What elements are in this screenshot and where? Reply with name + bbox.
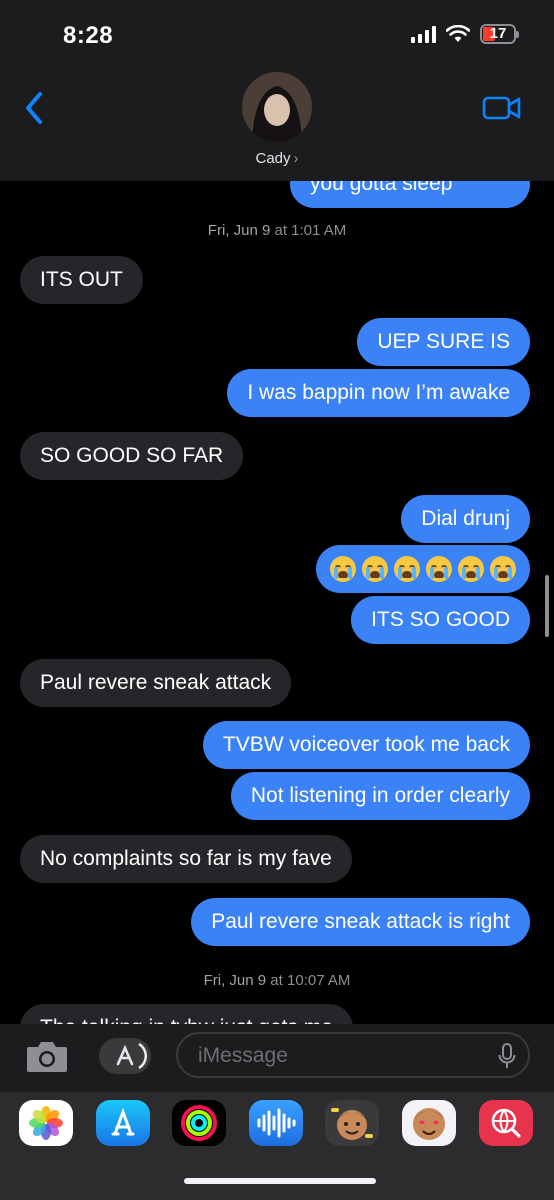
photos-flower-icon (29, 1106, 63, 1140)
timestamp-day: Fri, Jun 9 (207, 222, 271, 239)
activity-rings-icon (181, 1105, 217, 1141)
chevron-right-icon: › (293, 150, 299, 167)
timestamp: Fri, Jun 9 at 1:01 AM (0, 222, 554, 239)
message-bubble-received[interactable]: SO GOOD SO FAR (20, 432, 244, 480)
message-text: ITS OUT (40, 268, 123, 291)
avatar-photo-icon (242, 72, 312, 142)
message-bubble-emoji[interactable]: 😭😭😭😭😭😭 (316, 545, 530, 593)
conversation-header: 8:28 17 Cady › (0, 0, 554, 181)
message-text: Not listening in order clearly (250, 784, 510, 807)
contact-avatar[interactable] (242, 72, 312, 142)
timestamp-day: Fri, Jun 9 (203, 972, 267, 989)
timestamp-sep: at (270, 222, 292, 239)
app-store-logo-icon (111, 1107, 135, 1136)
home-indicator[interactable] (184, 1178, 376, 1184)
waveform-icon (257, 1108, 296, 1138)
message-bubble-received[interactable]: Paul revere sneak attack (20, 659, 292, 707)
timestamp-sep: at (266, 972, 287, 989)
message-text: Paul revere sneak attack (40, 671, 272, 694)
contact-name: Cady (255, 150, 291, 167)
memoji-app-icon[interactable] (325, 1100, 379, 1146)
message-bubble-received[interactable]: No complaints so far is my fave (20, 835, 352, 883)
camera-icon[interactable] (25, 1038, 69, 1074)
message-bubble-sent[interactable]: UEP SURE IS (357, 318, 530, 366)
loudly-crying-emoji-icon (394, 556, 420, 582)
message-input[interactable] (196, 1040, 480, 1072)
loudly-crying-emoji-icon (426, 556, 452, 582)
app-store-a-icon (116, 1042, 148, 1070)
message-bubble-received[interactable]: The talking in tvbw just gets me (20, 1004, 353, 1024)
message-bubble-sent[interactable]: Not listening in order clearly (230, 772, 530, 820)
facetime-video-icon[interactable] (482, 94, 522, 122)
status-time: 8:28 (63, 22, 114, 49)
message-bubble-sent[interactable]: ITS SO GOOD (351, 596, 530, 644)
activity-app-icon[interactable] (172, 1100, 226, 1146)
memoji-face-icon (331, 1108, 373, 1140)
back-chevron-icon[interactable] (20, 90, 50, 126)
loudly-crying-emoji-icon (458, 556, 484, 582)
message-text: The talking in tvbw just gets me (40, 1016, 333, 1024)
message-text: SO GOOD SO FAR (40, 444, 224, 467)
memoji-sticker-icon (413, 1108, 445, 1140)
battery-icon: 17 (480, 24, 519, 44)
message-text: Dial drunj (421, 507, 510, 530)
message-text: ITS SO GOOD (371, 608, 510, 631)
loudly-crying-emoji-icon (330, 556, 356, 582)
message-text: UEP SURE IS (377, 330, 510, 353)
message-bubble-received[interactable]: ITS OUT (20, 256, 143, 304)
loudly-crying-emoji-icon (490, 556, 516, 582)
audio-message-app-icon[interactable] (249, 1100, 303, 1146)
loudly-crying-emoji-icon (362, 556, 388, 582)
timestamp: Fri, Jun 9 at 10:07 AM (0, 972, 554, 989)
message-text: Paul revere sneak attack is right (211, 910, 510, 933)
cellular-signal-icon (411, 25, 436, 43)
contact-name-button[interactable]: Cady › (0, 150, 554, 167)
emoji-row (330, 545, 516, 593)
scroll-indicator[interactable] (545, 575, 549, 637)
status-icons: 17 (411, 24, 519, 44)
image-search-app-icon[interactable] (479, 1100, 533, 1146)
message-bubble-sent[interactable]: Dial drunj (401, 495, 530, 543)
timestamp-time: 1:01 AM (291, 222, 347, 239)
microphone-icon[interactable] (498, 1043, 516, 1069)
message-bubble-sent[interactable]: I was bappin now I’m awake (227, 369, 530, 417)
message-bubble-sent[interactable]: TVBW voiceover took me back (202, 721, 530, 769)
message-text: TVBW voiceover took me back (222, 733, 510, 756)
globe-search-icon (491, 1108, 521, 1138)
memoji-stickers-app-icon[interactable] (402, 1100, 456, 1146)
app-store-drawer-button[interactable] (99, 1038, 151, 1074)
message-text: No complaints so far is my fave (40, 847, 332, 870)
wifi-icon (446, 25, 470, 42)
photos-app-icon[interactable] (19, 1100, 73, 1146)
message-text: I was bappin now I’m awake (247, 381, 510, 404)
compose-bar (0, 1024, 554, 1092)
battery-level: 17 (489, 25, 507, 42)
app-store-app-icon[interactable] (96, 1100, 150, 1146)
message-bubble-sent[interactable]: Paul revere sneak attack is right (191, 898, 530, 946)
timestamp-time: 10:07 AM (287, 972, 351, 989)
imessage-field[interactable] (176, 1032, 530, 1078)
